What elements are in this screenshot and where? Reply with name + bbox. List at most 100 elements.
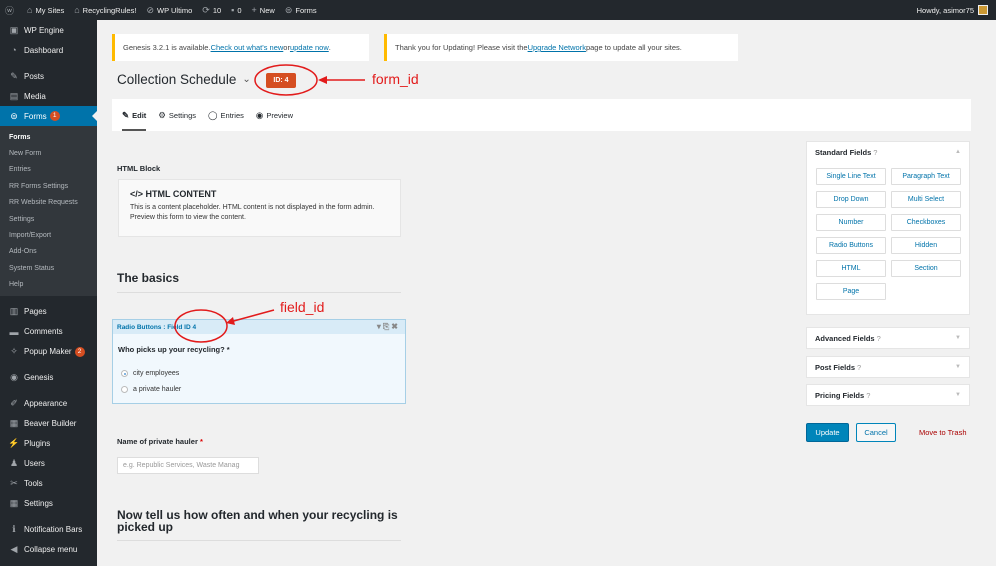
- sidebar-item-pages[interactable]: ▥ Pages: [0, 302, 97, 322]
- whats-new-link[interactable]: Check out what's new: [211, 43, 284, 52]
- adminbar-item-wp-ultimo[interactable]: ⊘ WP Ultimo: [141, 0, 197, 20]
- chevron-up-icon[interactable]: ▲: [955, 149, 961, 155]
- add-field-multi-select-button[interactable]: Multi Select: [891, 191, 961, 208]
- submenu-item-rr-website-requests[interactable]: RR Website Requests: [0, 195, 97, 211]
- sidebar-item-forms[interactable]: ⊜ Forms 1: [0, 106, 97, 126]
- chevron-down-icon[interactable]: ▼: [955, 335, 961, 341]
- adminbar-item-recyclingrules-[interactable]: ⌂ RecyclingRules!: [69, 0, 141, 20]
- tab-preview[interactable]: ◉ Preview: [256, 99, 293, 131]
- sidebar-item-tools[interactable]: ✂ Tools: [0, 474, 97, 494]
- help-icon[interactable]: ?: [873, 148, 877, 157]
- sidebar-item-label: Dashboard: [24, 45, 64, 55]
- adminbar-label: My Sites: [35, 5, 65, 15]
- submenu-item-entries[interactable]: Entries: [0, 162, 97, 178]
- adminbar-item-my-sites[interactable]: ⌂ My Sites: [22, 0, 69, 20]
- adminbar-label: WP Ultimo: [156, 5, 193, 15]
- help-icon[interactable]: ?: [857, 363, 861, 372]
- radio-option[interactable]: city employees: [121, 370, 179, 377]
- sidebar-item-label: Appearance: [24, 399, 68, 409]
- adminbar-item-10[interactable]: ⟳ 10: [197, 0, 226, 20]
- panel-header[interactable]: Post Fields ? ▼: [807, 357, 969, 377]
- submenu-item-new-form[interactable]: New Form: [0, 145, 97, 161]
- sidebar-item-collapse-menu[interactable]: ◀ Collapse menu: [0, 540, 97, 560]
- add-field-section-button[interactable]: Section: [891, 260, 961, 277]
- submenu-item-rr-forms-settings[interactable]: RR Forms Settings: [0, 178, 97, 194]
- radio-unchecked[interactable]: [121, 386, 128, 393]
- submenu-item-help[interactable]: Help: [0, 277, 97, 293]
- radio-checked[interactable]: [121, 370, 128, 377]
- sidebar-item-wp-engine[interactable]: ▣ WP Engine: [0, 20, 97, 40]
- field-header-label: Radio Buttons : Field ID 4: [117, 323, 197, 331]
- add-field-page-button[interactable]: Page: [816, 283, 886, 300]
- sidebar-item-label: Pages: [24, 307, 47, 317]
- sidebar-item-genesis[interactable]: ◉ Genesis: [0, 368, 97, 388]
- comments-icon: ▪: [231, 5, 235, 15]
- adminbar-label: 0: [237, 5, 242, 15]
- chevron-down-icon[interactable]: ▼: [955, 392, 961, 398]
- help-icon[interactable]: ?: [877, 334, 881, 343]
- help-icon[interactable]: ?: [866, 391, 870, 400]
- add-field-hidden-button[interactable]: Hidden: [891, 237, 961, 254]
- update-button[interactable]: Update: [806, 423, 849, 442]
- form-toolbar: ✎ Edit ⚙ Settings ◯ Entries ◉ Preview: [112, 99, 971, 131]
- sidebar-mid-group: ✎ Posts ▤ Media: [0, 66, 97, 106]
- sidebar-item-comments[interactable]: ▬ Comments: [0, 322, 97, 342]
- cancel-button[interactable]: Cancel: [856, 423, 896, 442]
- delete-icon[interactable]: ✖: [391, 322, 400, 331]
- chevron-down-icon[interactable]: ▼: [955, 364, 961, 370]
- sidebar-item-settings[interactable]: ▦ Settings: [0, 494, 97, 514]
- add-field-number-button[interactable]: Number: [816, 214, 886, 231]
- radio-field-4[interactable]: Radio Buttons : Field ID 4 ▾⎘✖ Who picks…: [112, 319, 406, 404]
- notice-text: Thank you for Updating! Please visit the: [395, 43, 528, 52]
- add-field-single-line-text-button[interactable]: Single Line Text: [816, 168, 886, 185]
- howdy-user[interactable]: Howdy, asimor75: [912, 0, 996, 20]
- sidebar-item-beaver-builder[interactable]: ▦ Beaver Builder: [0, 414, 97, 434]
- form-id-annotation: form_id: [372, 71, 419, 87]
- sidebar-item-label: Forms: [24, 111, 47, 121]
- update-now-link[interactable]: update now: [290, 43, 329, 52]
- adminbar-item-0[interactable]: ▪ 0: [226, 0, 246, 20]
- submenu-item-system-status[interactable]: System Status: [0, 260, 97, 276]
- add-field-paragraph-text-button[interactable]: Paragraph Text: [891, 168, 961, 185]
- submenu-item-import-export[interactable]: Import/Export: [0, 227, 97, 243]
- sidebar-item-label: Media: [24, 91, 46, 101]
- tools-icon: ✂: [10, 478, 18, 489]
- post-fields-panel: Post Fields ? ▼: [806, 356, 970, 378]
- add-field-drop-down-button[interactable]: Drop Down: [816, 191, 886, 208]
- form-switcher[interactable]: Collection Schedule ⌄: [117, 72, 251, 87]
- upgrade-network-link[interactable]: Upgrade Network: [528, 43, 586, 52]
- sidebar-item-label: Tools: [24, 479, 43, 489]
- sidebar-item-posts[interactable]: ✎ Posts: [0, 66, 97, 86]
- adminbar-item-forms[interactable]: ⊜ Forms: [280, 0, 322, 20]
- tab-settings[interactable]: ⚙ Settings: [158, 99, 196, 131]
- sidebar-item-plugins[interactable]: ⚡ Plugins: [0, 434, 97, 454]
- panel-header[interactable]: Advanced Fields ? ▼: [807, 328, 969, 348]
- radio-option[interactable]: a private hauler: [121, 386, 181, 393]
- field-id-annotation: field_id: [280, 299, 325, 315]
- add-field-html-button[interactable]: HTML: [816, 260, 886, 277]
- submenu-item-settings[interactable]: Settings: [0, 211, 97, 227]
- hauler-input[interactable]: e.g. Republic Services, Waste Manag: [117, 457, 259, 474]
- sidebar-item-dashboard[interactable]: ◔ Dashboard: [0, 40, 97, 60]
- sidebar-item-notification-bars[interactable]: ℹ Notification Bars: [0, 520, 97, 540]
- adminbar-item-new[interactable]: + New: [247, 0, 280, 20]
- add-field-radio-buttons-button[interactable]: Radio Buttons: [816, 237, 886, 254]
- standard-fields-panel: Standard Fields ? ▲ Single Line Text Para…: [806, 141, 970, 315]
- sidebar-item-appearance[interactable]: ✐ Appearance: [0, 394, 97, 414]
- panel-header[interactable]: Standard Fields ? ▲: [807, 142, 969, 162]
- sidebar-item-popup-maker[interactable]: ✧ Popup Maker 2: [0, 342, 97, 362]
- sidebar-item-label: Collapse menu: [24, 545, 78, 555]
- submenu-item-add-ons[interactable]: Add-Ons: [0, 244, 97, 260]
- sidebar-item-users[interactable]: ♟ Users: [0, 454, 97, 474]
- add-field-checkboxes-button[interactable]: Checkboxes: [891, 214, 961, 231]
- tab-edit[interactable]: ✎ Edit: [122, 99, 147, 131]
- sidebar-item-media[interactable]: ▤ Media: [0, 86, 97, 106]
- panel-header[interactable]: Pricing Fields ? ▼: [807, 385, 969, 405]
- submenu-item-forms[interactable]: Forms: [0, 129, 97, 145]
- adminbar-item-wordpress-icon[interactable]: ⓦ: [0, 0, 22, 20]
- tab-entries[interactable]: ◯ Entries: [208, 99, 244, 131]
- move-to-trash-link[interactable]: Move to Trash: [919, 428, 967, 437]
- sidebar-item-label: Genesis: [24, 373, 54, 383]
- users-icon: ♟: [9, 458, 19, 469]
- html-block-field[interactable]: </> HTML CONTENT This is a content place…: [118, 179, 401, 237]
